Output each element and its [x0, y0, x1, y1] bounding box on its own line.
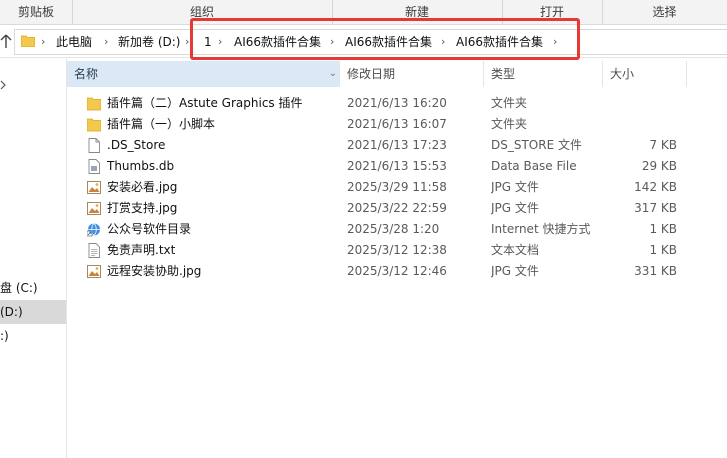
file-row[interactable]: 免责声明.txt 2025/3/12 12:38 文本文档 1 KB [87, 240, 687, 261]
breadcrumb-this-pc[interactable]: 此电脑 [56, 30, 92, 54]
file-name: .DS_Store [107, 138, 166, 152]
file-name: 插件篇（二）Astute Graphics 插件 [107, 96, 303, 110]
column-header-size[interactable]: 大小 [603, 61, 687, 87]
column-header-row: 名称 ⌄ 修改日期 类型 大小 [67, 61, 687, 87]
file-name: 安装必看.jpg [107, 180, 178, 194]
folder-icon [87, 96, 102, 111]
file-type: Data Base File [491, 159, 577, 173]
nav-item-drive-d[interactable]: (D:) [0, 300, 66, 324]
file-name: 远程安装协助.jpg [107, 264, 202, 278]
chevron-right-icon[interactable] [0, 80, 6, 90]
chevron-right-icon[interactable]: › [41, 30, 45, 54]
file-icon [87, 138, 101, 153]
file-date: 2025/3/28 1:20 [347, 222, 440, 236]
column-header-type[interactable]: 类型 [484, 61, 603, 87]
file-date: 2021/6/13 16:07 [347, 117, 447, 131]
file-name-cell[interactable]: Thumbs.db [87, 156, 332, 177]
chevron-right-icon[interactable]: › [104, 30, 108, 54]
file-date: 2021/6/13 15:53 [347, 159, 447, 173]
file-date: 2025/3/29 11:58 [347, 180, 447, 194]
file-size: 29 KB [641, 159, 677, 173]
file-type: JPG 文件 [491, 180, 539, 194]
file-type: JPG 文件 [491, 201, 539, 215]
file-name-cell[interactable]: 插件篇（一）小脚本 [87, 114, 332, 135]
db-file-icon [87, 159, 101, 174]
file-type: 文本文档 [491, 243, 540, 257]
file-name-cell[interactable]: 插件篇（二）Astute Graphics 插件 [87, 93, 332, 114]
ribbon-group-clipboard: 剪贴板 [0, 0, 73, 24]
file-date: 2025/3/12 12:46 [347, 264, 447, 278]
column-header-date[interactable]: 修改日期 [340, 61, 484, 87]
navigation-pane: 盘 (C:) (D:) :) [0, 58, 67, 458]
column-date-label: 修改日期 [347, 67, 396, 81]
folder-icon [21, 35, 35, 47]
chevron-right-icon[interactable]: › [185, 30, 189, 54]
nav-item-drive-c[interactable]: 盘 (C:) [0, 276, 66, 300]
file-name: 免责声明.txt [107, 243, 176, 257]
file-type: JPG 文件 [491, 264, 539, 278]
text-file-icon [87, 243, 101, 258]
file-type: Internet 快捷方式 [491, 222, 591, 236]
file-row[interactable]: 插件篇（二）Astute Graphics 插件 2021/6/13 16:20 文… [87, 93, 687, 114]
file-name: 插件篇（一）小脚本 [107, 117, 216, 131]
file-row[interactable]: Thumbs.db 2021/6/13 15:53 Data Base File 29… [87, 156, 687, 177]
file-name-cell[interactable]: 打赏支持.jpg [87, 198, 332, 219]
nav-item-drive-other[interactable]: :) [0, 324, 66, 348]
column-header-name[interactable]: 名称 ⌄ [67, 61, 340, 87]
file-size: 331 KB [634, 264, 677, 278]
file-size: 1 KB [649, 243, 677, 257]
file-name: Thumbs.db [107, 159, 175, 173]
up-arrow-icon[interactable] [0, 33, 12, 49]
file-row[interactable]: 安装必看.jpg 2025/3/29 11:58 JPG 文件 142 KB [87, 177, 687, 198]
file-row[interactable]: 远程安装协助.jpg 2025/3/12 12:46 JPG 文件 331 KB [87, 261, 687, 282]
file-list: 名称 ⌄ 修改日期 类型 大小 插件篇（二）Astute Graphics 插件… [67, 58, 727, 458]
column-type-label: 类型 [491, 67, 516, 81]
file-name-cell[interactable]: .DS_Store [87, 135, 332, 156]
file-type: 文件夹 [491, 117, 528, 131]
chevron-down-icon[interactable]: ⌄ [329, 61, 337, 87]
ribbon-group-select: 选择 [652, 5, 677, 19]
file-name: 打赏支持.jpg [107, 201, 178, 215]
file-name-cell[interactable]: 免责声明.txt [87, 240, 332, 261]
image-file-icon [87, 264, 101, 279]
file-row[interactable]: 公众号软件目录 2025/3/28 1:20 Internet 快捷方式 1 KB [87, 219, 687, 240]
file-name-cell[interactable]: 安装必看.jpg [87, 177, 332, 198]
file-size: 7 KB [649, 138, 677, 152]
file-type: DS_STORE 文件 [491, 138, 582, 152]
column-name-label: 名称 [74, 67, 99, 81]
folder-icon [87, 117, 102, 132]
file-date: 2025/3/12 12:38 [347, 243, 447, 257]
file-name: 公众号软件目录 [107, 222, 192, 236]
file-date: 2021/6/13 16:20 [347, 96, 447, 110]
column-size-label: 大小 [610, 67, 635, 81]
file-name-cell[interactable]: 公众号软件目录 [87, 219, 332, 240]
breadcrumb-drive-d[interactable]: 新加卷 (D:) [118, 30, 180, 54]
file-row[interactable]: .DS_Store 2021/6/13 17:23 DS_STORE 文件 7 KB [87, 135, 687, 156]
file-size: 142 KB [634, 180, 677, 194]
image-file-icon [87, 201, 101, 216]
file-size [607, 93, 677, 114]
red-highlight-box [190, 18, 580, 60]
internet-shortcut-icon [87, 222, 101, 237]
file-size: 1 KB [649, 222, 677, 236]
file-size [607, 114, 677, 135]
file-type: 文件夹 [491, 96, 528, 110]
file-date: 2025/3/22 22:59 [347, 201, 447, 215]
file-row[interactable]: 打赏支持.jpg 2025/3/22 22:59 JPG 文件 317 KB [87, 198, 687, 219]
image-file-icon [87, 180, 101, 195]
file-row[interactable]: 插件篇（一）小脚本 2021/6/13 16:07 文件夹 [87, 114, 687, 135]
file-size: 317 KB [634, 201, 677, 215]
file-date: 2021/6/13 17:23 [347, 138, 447, 152]
file-name-cell[interactable]: 远程安装协助.jpg [87, 261, 332, 282]
